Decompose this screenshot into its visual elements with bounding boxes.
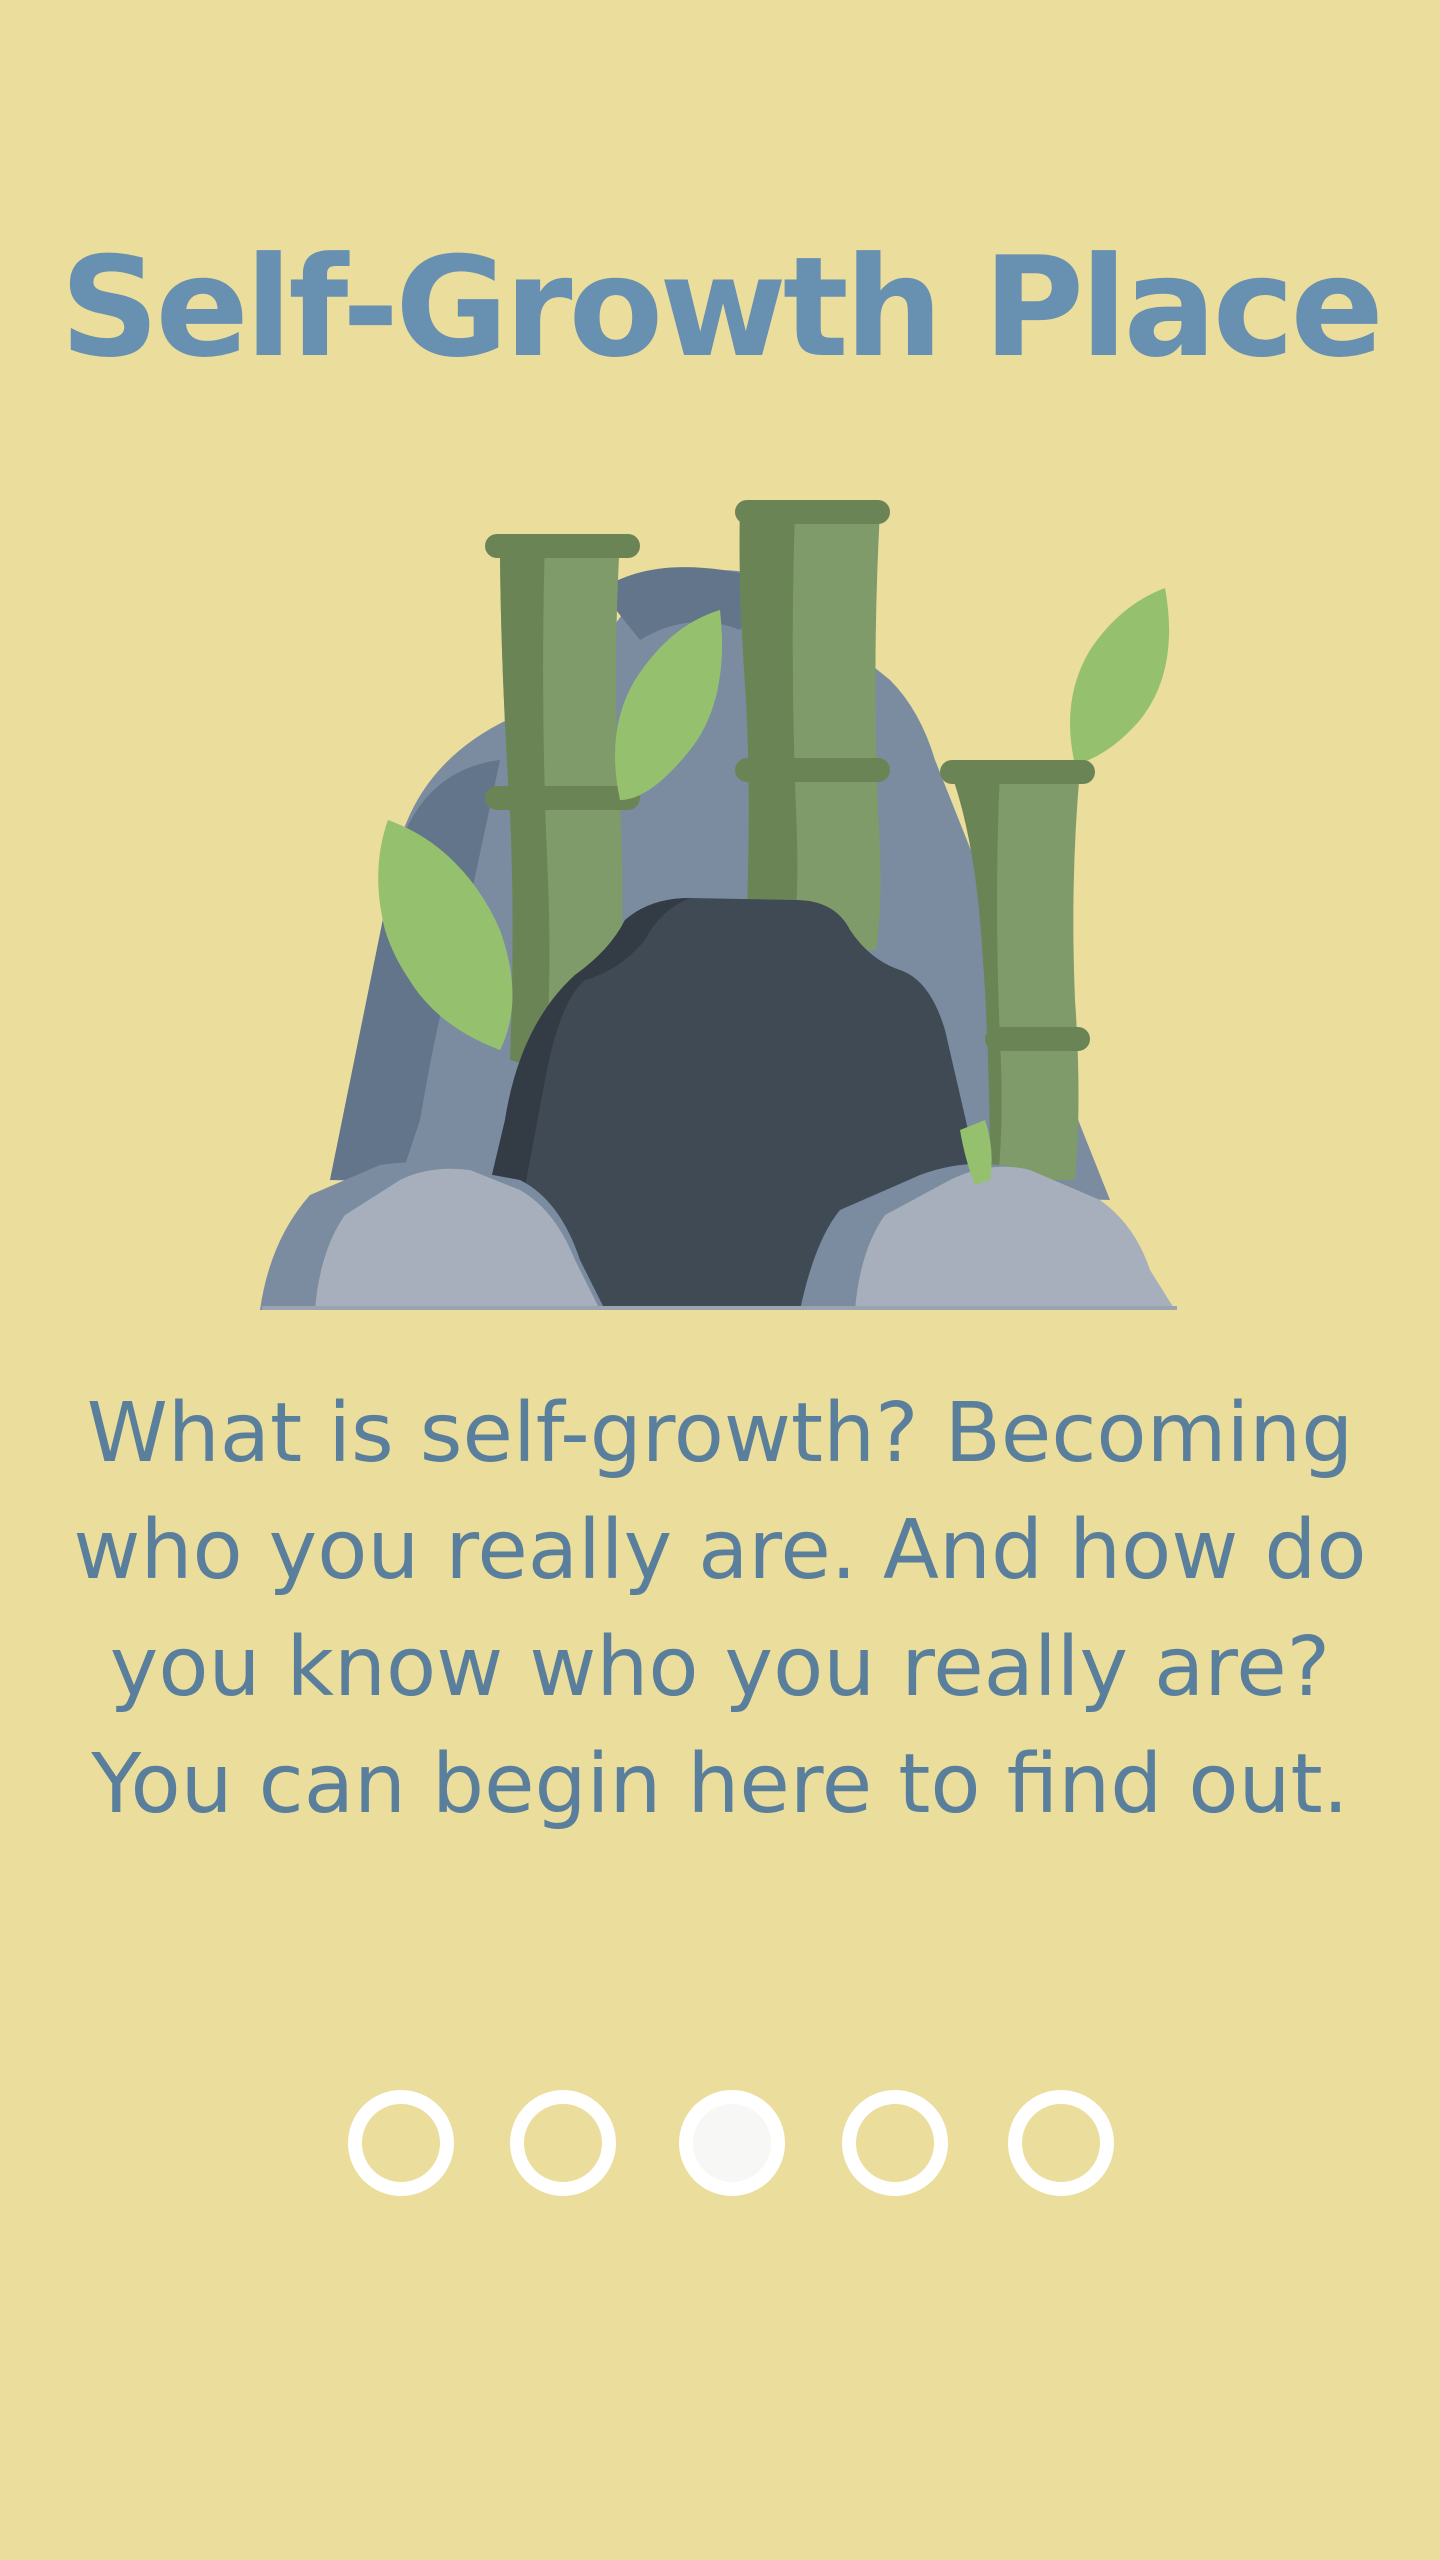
page-dot-2[interactable] (510, 2090, 616, 2196)
page-indicator (0, 2090, 1440, 2196)
page-dot-5[interactable] (1008, 2090, 1114, 2196)
page-dot-4[interactable] (842, 2090, 948, 2196)
leaf-right (1070, 588, 1170, 765)
page-dot-1[interactable] (348, 2090, 454, 2196)
bamboo-cave-illustration (260, 500, 1177, 1310)
page-title: Self-Growth Place (59, 227, 1384, 388)
onboarding-screen: Self-Growth Place What is self-growth? B… (0, 0, 1440, 2560)
description-text: What is self-growth? Becoming who you re… (73, 1386, 1367, 1832)
page-dot-3-active[interactable] (679, 2090, 785, 2196)
